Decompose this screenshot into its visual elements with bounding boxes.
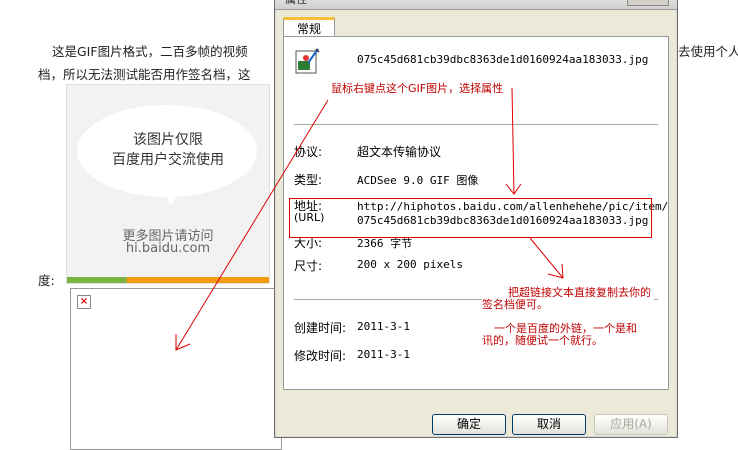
annotation-arrows — [175, 87, 564, 351]
arrowhead-to-image — [175, 334, 191, 351]
arrow-to-url — [511, 87, 515, 195]
arrow-to-image — [175, 99, 329, 351]
arrow-to-copy-note — [529, 237, 564, 279]
